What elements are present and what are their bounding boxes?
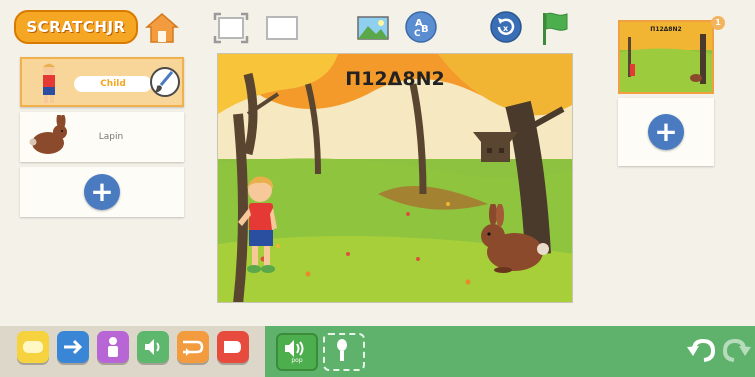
add-sprite-card: + [20, 167, 184, 217]
pages-panel: П12Δ8N2 + [612, 16, 722, 176]
child-sprite[interactable] [230, 172, 290, 282]
page-count-badge: 1 [711, 16, 725, 30]
sprite-card-child[interactable]: Child [20, 57, 184, 107]
child-sprite-thumbnail [43, 63, 55, 103]
looks-person-icon [108, 337, 118, 357]
sound-category-button[interactable] [137, 331, 169, 363]
page-thumbnail-title: П12Δ8N2 [650, 26, 682, 33]
sprite-card-lapin[interactable]: Lapin [20, 112, 184, 162]
motion-arrow-icon [64, 339, 83, 355]
home-button[interactable] [145, 12, 179, 44]
control-icon [183, 340, 204, 356]
background-icon [357, 16, 389, 40]
text-icon: A B C [405, 11, 437, 43]
svg-text:B: B [421, 24, 429, 35]
green-flag-icon [543, 12, 568, 45]
redo-button[interactable] [721, 335, 753, 365]
plus-icon: + [654, 115, 678, 148]
paintbrush-icon [155, 71, 174, 93]
redo-icon [722, 338, 751, 362]
rabbit-sprite[interactable] [473, 204, 553, 276]
grid-icon [266, 16, 298, 40]
control-category-button[interactable] [177, 331, 209, 363]
motion-category-button[interactable] [57, 331, 89, 363]
looks-category-button[interactable] [97, 331, 129, 363]
undo-icon [687, 338, 716, 362]
text-button[interactable]: A B C [404, 10, 438, 44]
green-flag-button[interactable] [537, 10, 571, 46]
svg-text:C: C [414, 29, 421, 39]
play-sound-block[interactable]: pop [276, 333, 318, 371]
fullscreen-button[interactable] [213, 12, 249, 44]
page-thumbnail-1[interactable]: П12Δ8N2 [618, 20, 714, 94]
reset-icon: x [490, 11, 522, 43]
record-sound-block[interactable] [323, 333, 365, 371]
add-sprite-button[interactable]: + [84, 174, 120, 210]
triggers-category-button[interactable] [17, 331, 49, 363]
end-category-button[interactable] [217, 331, 249, 363]
reset-button[interactable]: x [489, 10, 523, 44]
background-button[interactable] [356, 12, 390, 44]
rabbit-sprite-thumbnail [29, 115, 67, 154]
logo-text: SCRATCHJR [26, 18, 126, 36]
sprite-panel: Child Lapin + [16, 52, 188, 352]
triggers-icon [23, 341, 43, 353]
add-page-card: + [618, 98, 714, 166]
plus-icon: + [90, 175, 114, 208]
stage[interactable]: П12Δ8N2 [217, 53, 573, 303]
end-icon [224, 341, 241, 353]
stage-title-text[interactable]: П12Δ8N2 [218, 68, 572, 90]
svg-text:x: x [503, 24, 509, 33]
grid-button[interactable] [265, 14, 299, 42]
fullscreen-icon [213, 12, 249, 44]
add-page-button[interactable]: + [648, 114, 684, 150]
sound-blocks-area: pop [265, 326, 755, 377]
scratchjr-app: SCRATCHJR A B C x Child Lapin + П12Δ8N2 … [0, 0, 755, 377]
play-sound-label: pop [291, 357, 303, 364]
scratchjr-logo: SCRATCHJR [14, 10, 138, 44]
sprite-name-child[interactable]: Child [74, 76, 152, 92]
speaker-icon [145, 339, 160, 355]
microphone-icon [337, 339, 347, 361]
sprite-name-lapin[interactable]: Lapin [72, 129, 150, 145]
home-icon [145, 13, 179, 43]
paint-editor-button[interactable] [150, 67, 180, 97]
undo-button[interactable] [685, 335, 717, 365]
